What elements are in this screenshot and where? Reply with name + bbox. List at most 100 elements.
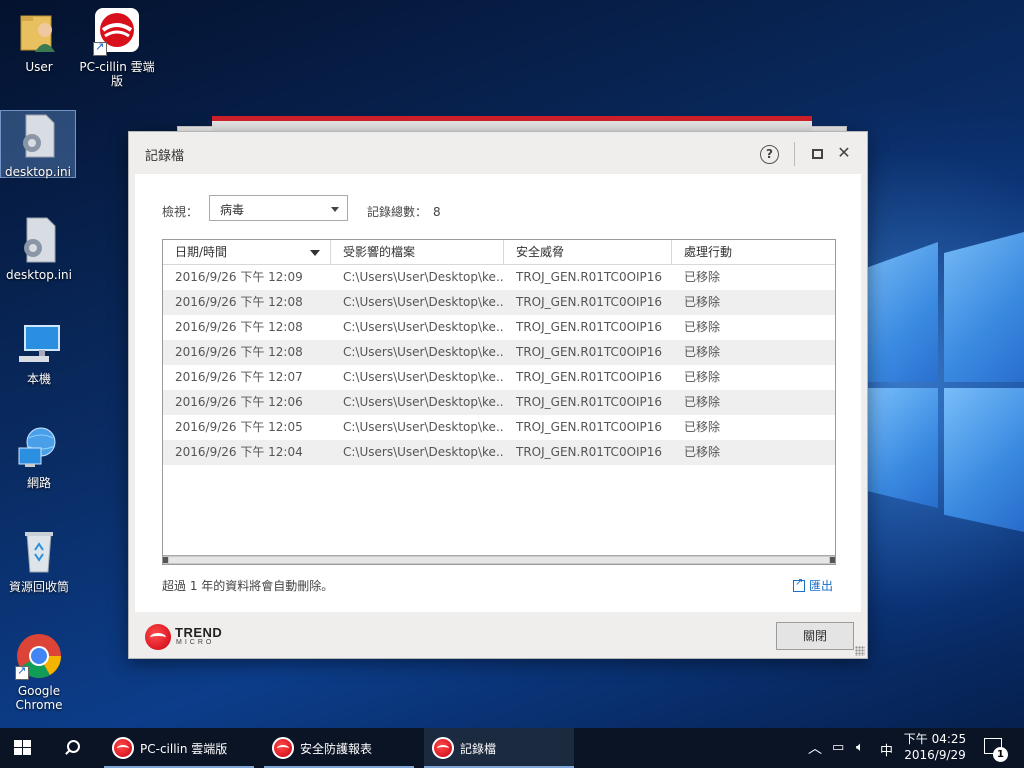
cell-datetime: 2016/9/26 下午 12:07 (175, 370, 303, 384)
table-row[interactable]: 2016/9/26 下午 12:08 C:\Users\User\Desktop… (163, 290, 835, 315)
cell-datetime: 2016/9/26 下午 12:08 (175, 320, 303, 334)
table-row[interactable]: 2016/9/26 下午 12:08 C:\Users\User\Desktop… (163, 340, 835, 365)
dialog-title: 記錄檔 (145, 149, 185, 164)
dialog-titlebar[interactable]: 記錄檔 ? ✕ (129, 132, 867, 174)
cell-threat: TROJ_GEN.R01TC0OIP16 (516, 320, 663, 334)
desktop-icon-pccillin[interactable]: PC-cillin 雲端版 (79, 8, 155, 88)
trend-micro-icon (112, 737, 134, 759)
table-row[interactable]: 2016/9/26 下午 12:09 C:\Users\User\Desktop… (163, 265, 835, 290)
desktop: User PC-cillin 雲端版 desktop.ini (0, 0, 1024, 728)
cell-file: C:\Users\User\Desktop\ke... (343, 295, 504, 309)
clock[interactable]: 下午 04:25 2016/9/29 (900, 731, 970, 763)
desktop-icon-user[interactable]: User (1, 8, 77, 74)
taskbar-item-pccillin[interactable]: PC-cillin 雲端版 (104, 728, 254, 768)
trend-micro-icon (432, 737, 454, 759)
cell-action: 已移除 (684, 270, 721, 284)
settings-file-icon (15, 216, 63, 264)
cell-file: C:\Users\User\Desktop\ke... (343, 320, 504, 334)
help-button[interactable]: ? (760, 145, 779, 164)
desktop-icon-chrome[interactable]: Google Chrome (1, 632, 77, 712)
column-header-action[interactable]: 處理行動 (672, 240, 835, 264)
table-row[interactable]: 2016/9/26 下午 12:05 C:\Users\User\Desktop… (163, 415, 835, 440)
network-globe-icon (15, 424, 63, 472)
shortcut-arrow-icon (93, 40, 107, 56)
export-link[interactable]: 匯出 (793, 577, 833, 594)
cell-threat: TROJ_GEN.R01TC0OIP16 (516, 370, 663, 384)
desktop-icon-this-pc[interactable]: 本機 (1, 320, 77, 386)
clock-time: 下午 04:25 (903, 732, 967, 746)
desktop-icon-recycle-bin[interactable]: 資源回收筒 (1, 528, 77, 594)
settings-file-icon (14, 113, 62, 161)
cell-file: C:\Users\User\Desktop\ke... (343, 445, 504, 459)
view-dropdown[interactable]: 病毒 (209, 195, 348, 221)
taskbar: PC-cillin 雲端版 安全防護報表 記錄檔 ︿ ▭ 🔈︎ 中 下午 04:… (0, 728, 1024, 768)
volume-icon[interactable]: 🔈︎ (856, 740, 864, 755)
cell-file: C:\Users\User\Desktop\ke... (343, 370, 504, 384)
table-row[interactable]: 2016/9/26 下午 12:04 C:\Users\User\Desktop… (163, 440, 835, 465)
close-window-button[interactable]: ✕ (833, 143, 855, 165)
table-row[interactable]: 2016/9/26 下午 12:06 C:\Users\User\Desktop… (163, 390, 835, 415)
log-dialog: 記錄檔 ? ✕ 檢視： 病毒 記錄總數： 8 日期/時間 受影響的檔案 安全威脅… (128, 131, 868, 659)
taskbar-item-log[interactable]: 記錄檔 (424, 728, 574, 768)
view-label: 檢視： (162, 205, 199, 219)
cell-threat: TROJ_GEN.R01TC0OIP16 (516, 345, 663, 359)
resize-grip-icon[interactable] (855, 646, 865, 656)
network-icon[interactable]: ▭ (832, 740, 844, 755)
close-button[interactable]: 關閉 (776, 622, 854, 650)
cell-datetime: 2016/9/26 下午 12:08 (175, 345, 303, 359)
taskbar-item-security-report[interactable]: 安全防護報表 (264, 728, 414, 768)
maximize-button[interactable] (806, 143, 828, 165)
record-count-label: 記錄總數： (367, 205, 428, 219)
cell-threat: TROJ_GEN.R01TC0OIP16 (516, 295, 663, 309)
table-row[interactable]: 2016/9/26 下午 12:08 C:\Users\User\Desktop… (163, 315, 835, 340)
table-row[interactable]: 2016/9/26 下午 12:07 C:\Users\User\Desktop… (163, 365, 835, 390)
cell-datetime: 2016/9/26 下午 12:08 (175, 295, 303, 309)
scrollbar-thumb[interactable] (169, 557, 829, 563)
cell-action: 已移除 (684, 445, 721, 459)
column-header-file[interactable]: 受影響的檔案 (331, 240, 504, 264)
cell-file: C:\Users\User\Desktop\ke... (343, 270, 504, 284)
chrome-icon (15, 632, 63, 680)
view-dropdown-value: 病毒 (220, 203, 245, 217)
search-icon[interactable] (62, 738, 82, 758)
dialog-content: 檢視： 病毒 記錄總數： 8 日期/時間 受影響的檔案 安全威脅 處理行動 20… (135, 174, 861, 612)
desktop-icon-network[interactable]: 網路 (1, 424, 77, 490)
desktop-icon-desktop-ini-1[interactable]: desktop.ini (0, 110, 76, 179)
table-body: 2016/9/26 下午 12:09 C:\Users\User\Desktop… (163, 265, 835, 465)
chevron-up-icon[interactable]: ︿ (808, 738, 822, 758)
user-folder-icon (15, 8, 63, 56)
cell-file: C:\Users\User\Desktop\ke... (343, 345, 504, 359)
start-button[interactable] (14, 740, 32, 756)
horizontal-scrollbar[interactable] (163, 555, 835, 564)
titlebar-divider (794, 142, 795, 166)
ime-indicator[interactable]: 中 (880, 740, 893, 759)
cell-datetime: 2016/9/26 下午 12:09 (175, 270, 303, 284)
scroll-right-arrow[interactable] (830, 557, 835, 563)
record-count: 記錄總數： 8 (367, 203, 441, 220)
maximize-icon (811, 149, 823, 159)
trend-micro-ball-icon (145, 624, 171, 650)
column-header-threat[interactable]: 安全威脅 (504, 240, 672, 264)
cell-action: 已移除 (684, 295, 721, 309)
cell-threat: TROJ_GEN.R01TC0OIP16 (516, 395, 663, 409)
cell-action: 已移除 (684, 345, 721, 359)
cell-action: 已移除 (684, 395, 721, 409)
trend-micro-icon (93, 8, 141, 56)
cell-threat: TROJ_GEN.R01TC0OIP16 (516, 270, 663, 284)
desktop-icon-desktop-ini-2[interactable]: desktop.ini (1, 216, 77, 282)
table-header: 日期/時間 受影響的檔案 安全威脅 處理行動 (163, 240, 835, 265)
scroll-left-arrow[interactable] (163, 557, 168, 563)
windows-logo-wallpaper (868, 232, 1024, 532)
cell-datetime: 2016/9/26 下午 12:06 (175, 395, 303, 409)
cell-action: 已移除 (684, 420, 721, 434)
clock-date: 2016/9/29 (904, 748, 966, 762)
shortcut-arrow-icon (15, 664, 29, 680)
notification-count-badge: 1 (993, 747, 1008, 762)
cell-threat: TROJ_GEN.R01TC0OIP16 (516, 445, 663, 459)
cell-action: 已移除 (684, 370, 721, 384)
export-icon (793, 577, 805, 592)
chevron-down-icon (331, 207, 339, 212)
recycle-bin-icon (15, 528, 63, 576)
column-header-datetime[interactable]: 日期/時間 (163, 240, 331, 264)
cell-file: C:\Users\User\Desktop\ke... (343, 395, 504, 409)
